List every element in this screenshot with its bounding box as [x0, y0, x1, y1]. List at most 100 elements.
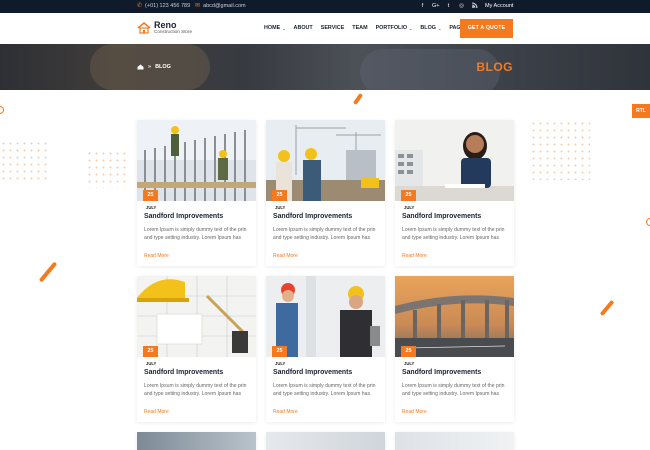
dot-pattern-decoration [86, 150, 126, 188]
post-date-badge: 25 [272, 190, 287, 201]
logo-tagline: Construction Store [154, 29, 193, 34]
post-title[interactable]: Sandford Improvements [402, 213, 481, 220]
my-account-link[interactable]: My Account [485, 3, 513, 9]
post-image-partial[interactable] [395, 432, 514, 450]
chevron-down-icon: ⌄ [409, 25, 413, 31]
blog-card[interactable]: 25 JULY Sandford Improvements Lorem Ipsu… [137, 120, 256, 266]
dash-decoration [599, 299, 615, 317]
get-a-quote-button[interactable]: GET A QUOTE [460, 19, 513, 38]
blog-card[interactable] [137, 432, 256, 450]
post-month: JULY [404, 361, 415, 366]
nav-label: PORTFOLIO [375, 25, 408, 31]
facebook-icon[interactable]: f [419, 2, 426, 10]
post-date-badge: 25 [401, 190, 416, 201]
post-image-workers-on-frame[interactable] [137, 120, 256, 201]
post-image-graphic [395, 276, 514, 357]
mail-icon: ✉ [195, 3, 201, 9]
nav-item-home[interactable]: HOME ⌄ [264, 25, 286, 31]
nav-item-portfolio[interactable]: PORTFOLIO ⌄ [376, 25, 413, 31]
dot-pattern-decoration [0, 140, 50, 180]
post-month: JULY [275, 361, 286, 366]
post-excerpt: Lorem Ipsum is simply dummy text of the … [402, 227, 505, 241]
post-title[interactable]: Sandford Improvements [402, 369, 481, 376]
post-month: JULY [146, 205, 157, 210]
nav-label: HOME [264, 25, 281, 31]
read-more-link[interactable]: Read More [144, 253, 169, 259]
read-more-link[interactable]: Read More [273, 409, 298, 415]
site-logo[interactable]: Reno Construction Store [137, 21, 192, 35]
phone-icon: ✆ [137, 3, 143, 9]
post-date-badge: 25 [401, 346, 416, 357]
blog-card[interactable] [266, 432, 385, 450]
rss-icon[interactable] [471, 2, 478, 10]
nav-item-team[interactable]: TEAM [352, 25, 367, 31]
read-more-link[interactable]: Read More [144, 409, 169, 415]
read-more-link[interactable]: Read More [402, 409, 427, 415]
chevron-down-icon: ⌄ [282, 25, 286, 31]
breadcrumb-separator: » [148, 64, 152, 70]
google-plus-icon[interactable]: G+ [432, 2, 440, 10]
post-image-graphic [137, 120, 256, 201]
post-excerpt: Lorem Ipsum is simply dummy text of the … [273, 383, 376, 397]
blog-card[interactable]: 25 JULY Sandford Improvements Lorem Ipsu… [266, 120, 385, 266]
breadcrumb-current: BLOG [155, 64, 171, 70]
phone-number: (+01) 123 456 789 [145, 3, 191, 9]
post-excerpt: Lorem Ipsum is simply dummy text of the … [144, 383, 247, 397]
post-image-graphic [266, 276, 385, 357]
post-excerpt: Lorem Ipsum is simply dummy text of the … [402, 383, 505, 397]
top-bar: ✆ (+01) 123 456 789 ✉ abcd@gmail.com f G… [0, 0, 650, 13]
post-date-badge: 25 [143, 190, 158, 201]
blog-card[interactable]: 25 JULY Sandford Improvements Lorem Ipsu… [266, 276, 385, 422]
blog-card[interactable]: 25 JULY Sandford Improvements Lorem Ipsu… [395, 276, 514, 422]
post-image-bridge-sunset[interactable] [395, 276, 514, 357]
nav-label: BLOG [420, 25, 436, 31]
breadcrumb: » BLOG [137, 64, 171, 70]
post-image-partial[interactable] [266, 432, 385, 450]
instagram-icon[interactable]: ◎ [458, 2, 465, 10]
post-title[interactable]: Sandford Improvements [144, 369, 223, 376]
post-date-badge: 25 [143, 346, 158, 357]
nav-item-blog[interactable]: BLOG ⌄ [420, 25, 441, 31]
chevron-down-icon: ⌄ [437, 25, 442, 31]
post-image-graphic [395, 120, 514, 201]
post-title[interactable]: Sandford Improvements [273, 369, 352, 376]
post-image-engineers-site[interactable] [266, 120, 385, 201]
post-image-workers-indoor[interactable] [266, 276, 385, 357]
post-month: JULY [146, 361, 157, 366]
blog-card[interactable]: 25 JULY Sandford Improvements Lorem Ipsu… [395, 120, 514, 266]
read-more-link[interactable]: Read More [402, 253, 427, 259]
nav-label: SERVICE [320, 25, 345, 31]
nav-item-about[interactable]: ABOUT [294, 25, 313, 31]
dash-decoration [352, 92, 364, 106]
post-excerpt: Lorem Ipsum is simply dummy text of the … [144, 227, 247, 241]
ring-decoration [0, 106, 4, 114]
nav-label: TEAM [352, 25, 368, 31]
dot-pattern-decoration [530, 120, 590, 180]
phone-contact[interactable]: ✆ (+01) 123 456 789 [137, 3, 190, 9]
read-more-link[interactable]: Read More [273, 253, 298, 259]
nav-label: ABOUT [293, 25, 313, 31]
twitter-icon[interactable]: t [445, 2, 452, 10]
main-nav: HOME ⌄ ABOUT SERVICE TEAM PORTFOLIO ⌄ BLOG… [264, 25, 470, 31]
post-month: JULY [275, 205, 286, 210]
rtl-toggle-button[interactable]: RTL [632, 104, 650, 118]
blog-card[interactable] [395, 432, 514, 450]
post-image-helmet-blueprint[interactable] [137, 276, 256, 357]
post-image-partial[interactable] [137, 432, 256, 450]
social-links: f G+ t ◎ [419, 2, 478, 10]
post-title[interactable]: Sandford Improvements [273, 213, 352, 220]
nav-item-service[interactable]: SERVICE [321, 25, 345, 31]
email-contact[interactable]: ✉ abcd@gmail.com [195, 3, 246, 9]
blog-card[interactable]: 25 JULY Sandford Improvements Lorem Ipsu… [137, 276, 256, 422]
post-month: JULY [404, 205, 415, 210]
home-icon[interactable] [137, 64, 144, 70]
post-image-graphic [137, 276, 256, 357]
logo-name: Reno [154, 20, 177, 30]
page-title: BLOG [476, 60, 513, 74]
site-header: Reno Construction Store HOME ⌄ ABOUT SERV… [0, 13, 650, 44]
post-excerpt: Lorem Ipsum is simply dummy text of the … [273, 227, 376, 241]
banner-overlay [0, 44, 650, 90]
post-image-architect-desk[interactable] [395, 120, 514, 201]
post-title[interactable]: Sandford Improvements [144, 213, 223, 220]
dash-decoration [38, 261, 58, 283]
